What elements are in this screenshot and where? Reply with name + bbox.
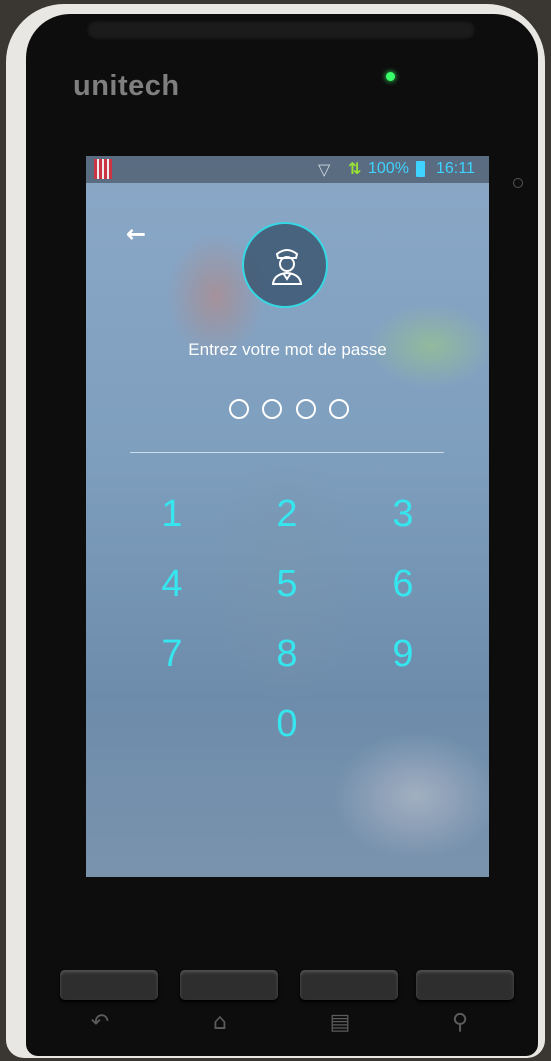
wifi-icon: ▽: [318, 160, 331, 179]
status-bar: ▽ ⇅ 100% 16:11: [86, 156, 489, 183]
device-screen: ▽ ⇅ 100% 16:11 ← Entrez votre mot de pas…: [86, 156, 489, 877]
menu-icon[interactable]: ▤: [310, 1010, 370, 1035]
user-avatar: [242, 222, 328, 308]
divider: [130, 452, 444, 453]
password-prompt: Entrez votre mot de passe: [188, 340, 387, 359]
key-8[interactable]: 8: [252, 627, 322, 681]
home-icon[interactable]: ⌂: [190, 1010, 250, 1035]
hardware-key-1[interactable]: [60, 970, 158, 1000]
key-4[interactable]: 4: [137, 557, 207, 611]
key-6[interactable]: 6: [368, 557, 438, 611]
pin-dot: [295, 399, 316, 419]
hardware-key-3[interactable]: [300, 970, 398, 1000]
hardware-key-4[interactable]: [416, 970, 514, 1000]
user-icon: [271, 249, 303, 285]
battery-icon: [416, 161, 425, 177]
pin-dot: [328, 399, 349, 419]
nav-bar: ↶ ⌂ ▤ ⚲: [60, 1010, 520, 1046]
key-1[interactable]: 1: [137, 487, 207, 541]
battery-percent: 100%: [368, 160, 409, 177]
key-7[interactable]: 7: [137, 627, 207, 681]
notification-led: [386, 72, 395, 81]
back-arrow-icon[interactable]: ←: [126, 220, 146, 248]
speaker-grille: [86, 20, 476, 40]
key-5[interactable]: 5: [252, 557, 322, 611]
back-icon[interactable]: ↶: [70, 1010, 130, 1035]
status-time: 16:11: [436, 160, 475, 177]
search-icon[interactable]: ⚲: [430, 1010, 490, 1035]
sensor-dot: [513, 178, 523, 188]
key-9[interactable]: 9: [368, 627, 438, 681]
pin-indicator: [229, 399, 349, 421]
key-0[interactable]: 0: [252, 697, 322, 751]
key-2[interactable]: 2: [252, 487, 322, 541]
hardware-keys: [60, 970, 520, 1004]
hardware-key-2[interactable]: [180, 970, 278, 1000]
pin-dot: [262, 399, 283, 419]
network-icon: ⇅: [348, 159, 362, 178]
key-3[interactable]: 3: [368, 487, 438, 541]
screenshot-icon: [94, 159, 112, 179]
brand-logo: unitech: [73, 70, 180, 102]
pin-dot: [229, 399, 249, 419]
